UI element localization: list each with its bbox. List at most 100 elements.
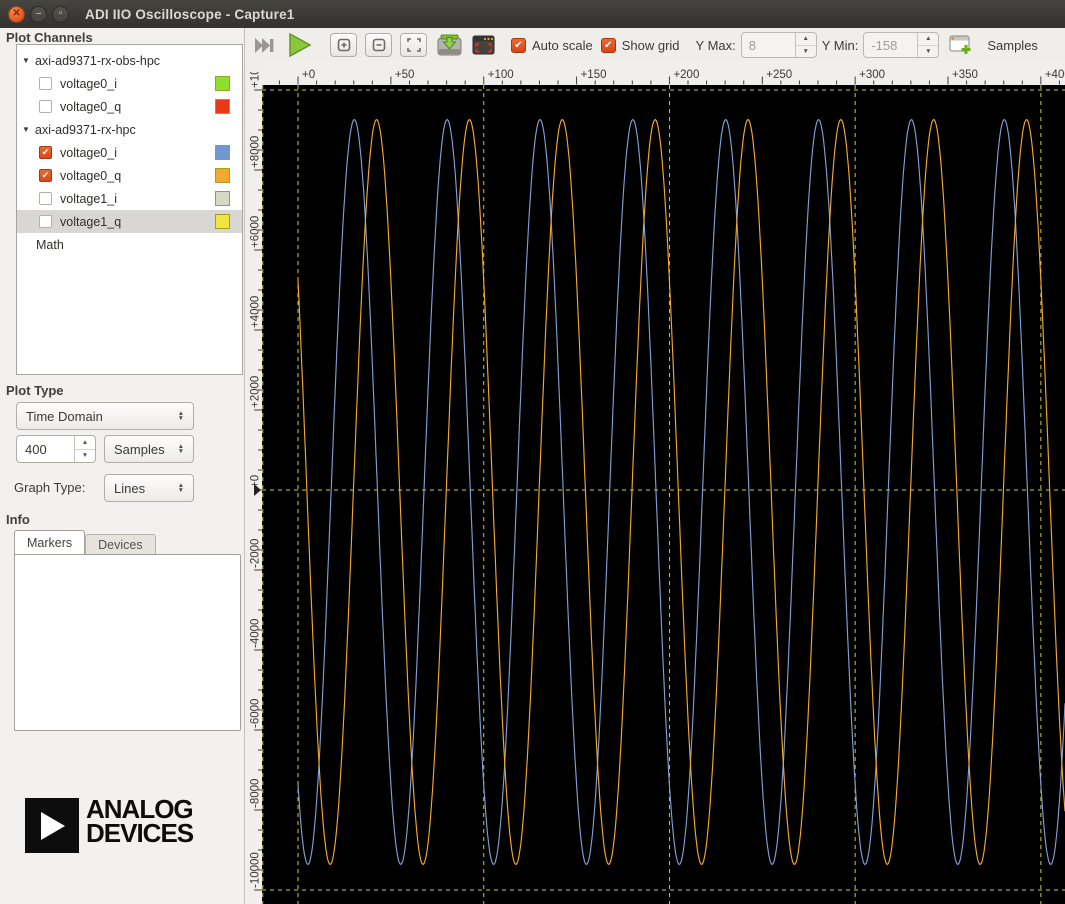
sample-unit-select[interactable]: Samples ▲ ▼ [104,435,194,463]
channel-color-swatch[interactable] [215,76,230,91]
y-max-value: 8 [748,37,756,53]
sidebar: Plot Channels ▼ axi-ad9371-rx-obs-hpc volt… [0,28,245,904]
svg-text:-10000: -10000 [250,852,262,888]
svg-text:+300: +300 [859,69,885,81]
svg-text:-8000: -8000 [250,779,262,808]
svg-text:+100: +100 [488,69,514,81]
svg-text:+8000: +8000 [250,136,262,168]
plot-type-value: Time Domain [26,408,103,424]
channel-checkbox[interactable] [39,192,52,205]
markers-info-panel [14,554,241,731]
channel-color-swatch[interactable] [215,145,230,160]
svg-text:-4000: -4000 [250,619,262,648]
tree-item-label: voltage0_q [60,99,122,114]
svg-text:+2000: +2000 [250,376,262,408]
tab-markers[interactable]: Markers [14,530,86,555]
svg-text:+200: +200 [673,69,699,81]
chevron-updown-icon: ▲ ▼ [177,443,184,455]
math-row[interactable]: Math [17,233,242,256]
expander-icon[interactable]: ▼ [22,56,35,65]
maximize-button[interactable]: ▫ [52,5,69,23]
channel-row[interactable]: ✔ voltage0_q [17,164,242,187]
y-min-spinner[interactable]: -158 ▲ ▼ [863,32,940,58]
save-capture-icon[interactable] [437,34,462,57]
tree-item-label: axi-ad9371-rx-obs-hpc [35,53,161,68]
sample-count-spinner[interactable]: 400 ▲ ▼ [16,435,96,463]
channel-checkbox[interactable]: ✔ [39,146,52,159]
channel-color-swatch[interactable] [215,191,230,206]
device-group-row[interactable]: ▼ axi-ad9371-rx-hpc [17,118,242,141]
tree-item-label: voltage0_i [60,145,117,160]
graph-type-value: Lines [114,480,146,496]
spinner-arrows-icon[interactable]: ▲ ▼ [917,33,939,57]
channel-checkbox[interactable] [39,100,52,113]
svg-text:+250: +250 [766,69,792,81]
tree-item-label: Math [36,237,64,252]
channel-row[interactable]: ✔ voltage0_i [17,141,242,164]
plot-channels-label: Plot Channels [6,30,93,45]
sample-unit-value: Samples [114,441,165,457]
oscilloscope-plot[interactable] [262,85,1065,904]
channel-tree: ▼ axi-ad9371-rx-obs-hpc voltage0_i voltage0… [16,44,243,375]
tree-item-label: voltage0_q [60,168,122,183]
chevron-updown-icon: ▲ ▼ [177,410,184,422]
channel-color-swatch[interactable] [215,99,230,114]
channel-checkbox[interactable] [39,77,52,90]
channel-row[interactable]: voltage0_q [17,95,242,118]
toolbar: ✔ Auto scale ✔ Show grid Y Max: 8 ▲ ▼ Y M… [245,28,1065,62]
zoom-out-button[interactable] [365,33,392,57]
tab-devices[interactable]: Devices [85,534,156,555]
svg-text:+0: +0 [302,69,315,81]
plot-type-label: Plot Type [6,383,64,398]
minimize-button[interactable]: – [30,5,47,23]
tree-item-label: axi-ad9371-rx-hpc [35,122,136,137]
tree-item-label: voltage0_i [60,76,117,91]
channel-color-swatch[interactable] [215,214,230,229]
svg-text:-2000: -2000 [250,539,262,568]
sample-count-value: 400 [25,441,47,457]
channel-checkbox[interactable] [39,215,52,228]
svg-text:+50: +50 [395,69,415,81]
spinner-arrows-icon[interactable]: ▲ ▼ [794,33,816,57]
tree-item-label: voltage1_q [60,214,122,229]
window-title: ADI IIO Oscilloscope - Capture1 [85,6,295,22]
play-button[interactable] [288,33,312,57]
tree-item-label: voltage1_i [60,191,117,206]
graph-type-select[interactable]: Lines ▲ ▼ [104,474,194,502]
channel-row[interactable]: voltage0_i [17,72,242,95]
auto-scale-label: Auto scale [532,37,593,53]
channel-color-swatch[interactable] [215,168,230,183]
auto-scale-checkbox[interactable]: ✔ [511,37,526,53]
zoom-in-button[interactable] [330,33,357,57]
show-grid-label: Show grid [621,37,680,53]
spinner-arrows-icon[interactable]: ▲ ▼ [74,436,95,462]
x-axis-ruler[interactable]: +0 +50 +100 +150 +200 +250 +300 +350 +400 [262,62,1065,85]
svg-text:+400: +400 [1045,69,1065,81]
svg-text:+4000: +4000 [250,296,262,328]
y-axis-ruler[interactable]: +10000+8000+6000+4000+2000+0-2000-4000-6… [245,72,262,904]
new-plot-icon[interactable] [949,35,973,55]
fullscreen-plot-icon[interactable] [472,35,495,55]
y-max-label: Y Max: [695,37,736,53]
svg-text:-6000: -6000 [250,699,262,728]
plot-section: ✔ Auto scale ✔ Show grid Y Max: 8 ▲ ▼ Y M… [245,28,1065,904]
channel-row[interactable]: voltage1_q [17,210,242,233]
y-min-value: -158 [871,37,898,53]
y-max-spinner[interactable]: 8 ▲ ▼ [740,32,817,58]
channel-row[interactable]: voltage1_i [17,187,242,210]
plot-type-select[interactable]: Time Domain ▲ ▼ [16,402,194,430]
graph-type-label: Graph Type: [14,480,86,495]
expander-icon[interactable]: ▼ [22,125,35,134]
samples-label: Samples [987,37,1038,53]
titlebar: ✕ – ▫ ADI IIO Oscilloscope - Capture1 [0,0,1065,28]
adi-logo-triangle-icon [41,811,65,840]
info-label: Info [6,512,30,527]
adi-logo-icon [25,798,79,853]
zoom-fit-button[interactable] [400,33,427,57]
capture-once-icon[interactable] [255,37,276,53]
channel-checkbox[interactable]: ✔ [39,169,52,182]
show-grid-checkbox[interactable]: ✔ [600,37,616,53]
chevron-updown-icon: ▲ ▼ [177,482,184,494]
close-button[interactable]: ✕ [8,5,25,23]
device-group-row[interactable]: ▼ axi-ad9371-rx-obs-hpc [17,49,242,72]
